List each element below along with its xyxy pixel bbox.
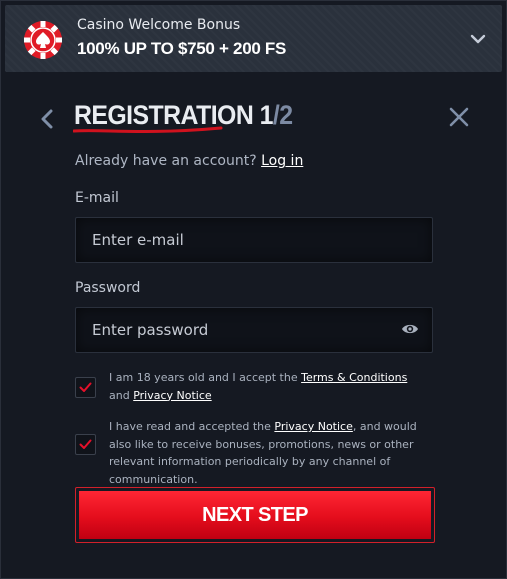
next-step-button[interactable]: NEXT STEP [79, 491, 431, 539]
close-icon[interactable] [447, 105, 471, 129]
consent-text: I have read and accepted the [109, 420, 275, 433]
poker-chip-icon [24, 21, 62, 59]
step-current: 1 [259, 100, 274, 130]
password-input[interactable] [75, 307, 433, 353]
checkmark-icon [79, 439, 92, 449]
bonus-amount: 100% UP TO $750 + 200 FS [77, 39, 287, 58]
marketing-consent: I have read and accepted the Privacy Not… [109, 418, 429, 488]
chevron-left-icon[interactable] [37, 107, 57, 131]
registration-modal: Casino Welcome Bonus 100% UP TO $750 + 2… [0, 0, 507, 579]
title-underline [73, 126, 223, 134]
privacy-notice-link[interactable]: Privacy Notice [274, 420, 352, 433]
eye-icon[interactable] [401, 322, 419, 336]
next-step-frame: NEXT STEP [75, 487, 435, 543]
bonus-title: Casino Welcome Bonus [77, 17, 241, 33]
chevron-down-icon[interactable] [468, 29, 488, 49]
login-prompt-row: Already have an account? Log in [75, 153, 303, 169]
email-label: E-mail [75, 190, 119, 206]
marketing-consent-checkbox[interactable] [75, 434, 96, 455]
terms-link[interactable]: Terms & Conditions [301, 371, 407, 384]
checkmark-icon [79, 382, 92, 392]
email-input[interactable] [75, 217, 433, 263]
privacy-notice-link[interactable]: Privacy Notice [133, 389, 211, 402]
password-label: Password [75, 280, 141, 296]
age-terms-checkbox[interactable] [75, 377, 96, 398]
age-terms-consent: I am 18 years old and I accept the Terms… [109, 369, 429, 404]
login-prompt: Already have an account? [75, 153, 257, 169]
bonus-banner[interactable]: Casino Welcome Bonus 100% UP TO $750 + 2… [5, 5, 502, 72]
consent-text: and [109, 388, 134, 402]
login-link[interactable]: Log in [261, 153, 303, 169]
consent-text: I am 18 years old and I accept the [109, 371, 302, 384]
step-total: 2 [279, 100, 293, 130]
